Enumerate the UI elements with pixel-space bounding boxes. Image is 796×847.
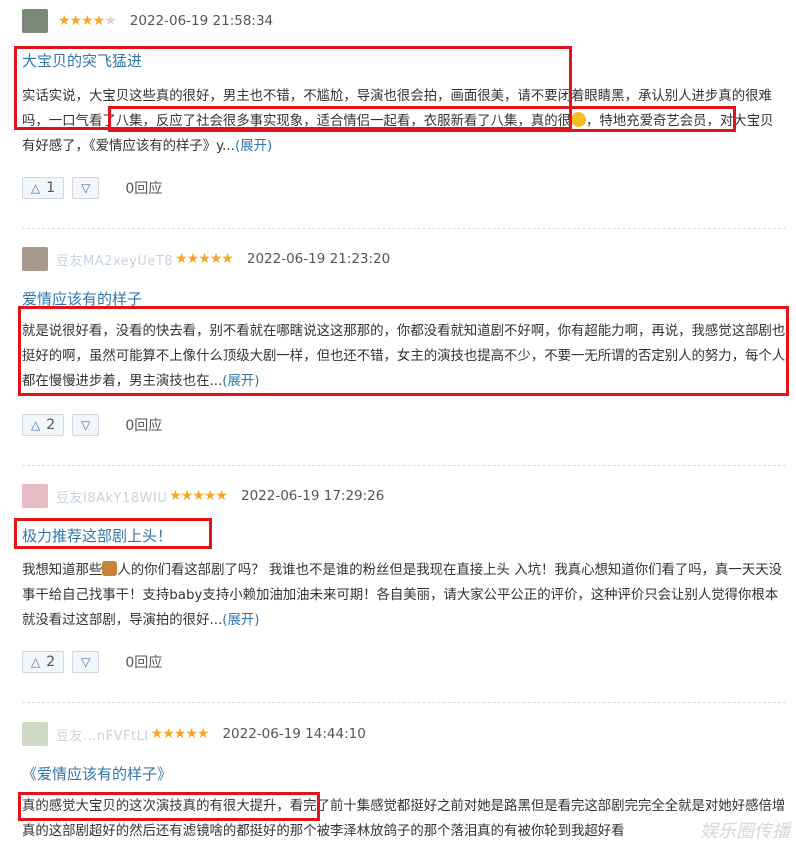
highlight-box <box>108 106 736 132</box>
username[interactable]: 豆友I8AkY18WIU <box>56 487 167 506</box>
review-date: 2022-06-19 21:58:34 <box>129 13 274 29</box>
upvote-button[interactable]: △ 2 <box>22 414 65 436</box>
vote-bar: △ 1 ▽ 0回应 <box>22 177 162 199</box>
avatar[interactable] <box>22 247 48 271</box>
vote-bar: △ 2 ▽ 0回应 <box>22 651 162 673</box>
replies-link[interactable]: 0回应 <box>125 652 162 672</box>
downvote-button[interactable]: ▽ <box>72 651 100 673</box>
highlight-box <box>18 792 320 821</box>
divider <box>22 228 786 229</box>
username[interactable]: 豆友MA2xeyUeT8 <box>56 250 173 269</box>
triangle-up-icon: △ <box>31 418 41 432</box>
person-emoji-icon <box>102 561 118 576</box>
review-body: 我想知道那些 人的你们看这部剧了吗？ 我谁也不是谁的粉丝但是我现在直接上头 入坑！… <box>22 561 782 628</box>
avatar[interactable] <box>22 484 48 508</box>
triangle-down-icon: ▽ <box>81 181 91 195</box>
review-1-meta: ★★★★★ 2022-06-19 21:58:34 <box>22 9 273 33</box>
triangle-up-icon: △ <box>31 655 41 669</box>
divider <box>22 465 786 466</box>
review-2-meta: 豆友MA2xeyUeT8 ★★★★★ 2022-06-19 21:23:20 <box>22 247 390 271</box>
review-date: 2022-06-19 17:29:26 <box>240 488 385 504</box>
downvote-button[interactable]: ▽ <box>72 177 100 199</box>
divider <box>22 702 786 703</box>
review-date: 2022-06-19 14:44:10 <box>222 726 366 742</box>
replies-link[interactable]: 0回应 <box>125 178 162 198</box>
downvote-button[interactable]: ▽ <box>72 414 100 436</box>
review-3-meta: 豆友I8AkY18WIU ★★★★★ 2022-06-19 17:29:26 <box>22 484 384 508</box>
avatar[interactable] <box>22 9 48 33</box>
rating-stars: ★★★★★ <box>150 726 210 742</box>
rating-stars: ★★★★★ <box>169 488 228 504</box>
upvote-button[interactable]: △ 1 <box>22 177 65 199</box>
username[interactable]: 豆友...nFVFtLI <box>56 725 149 744</box>
expand-link[interactable]: (展开) <box>235 139 272 154</box>
upvote-button[interactable]: △ 2 <box>22 651 65 673</box>
triangle-down-icon: ▽ <box>81 418 91 432</box>
review-title[interactable]: 《爱情应该有的样子》 <box>22 763 172 784</box>
rating-stars: ★★★★★ <box>175 251 234 267</box>
review-4-meta: 豆友...nFVFtLI ★★★★★ 2022-06-19 14:44:10 <box>22 722 366 746</box>
avatar[interactable] <box>22 722 48 746</box>
watermark: 娱乐圈传播 <box>700 821 790 842</box>
vote-bar: △ 2 ▽ 0回应 <box>22 414 162 436</box>
rating-stars: ★★★★★ <box>58 13 117 29</box>
triangle-up-icon: △ <box>31 181 41 195</box>
highlight-box <box>14 518 212 549</box>
replies-link[interactable]: 0回应 <box>125 415 162 435</box>
highlight-box <box>18 306 789 396</box>
review-date: 2022-06-19 21:23:20 <box>246 251 391 267</box>
triangle-down-icon: ▽ <box>81 655 91 669</box>
expand-link[interactable]: (展开) <box>222 613 259 628</box>
